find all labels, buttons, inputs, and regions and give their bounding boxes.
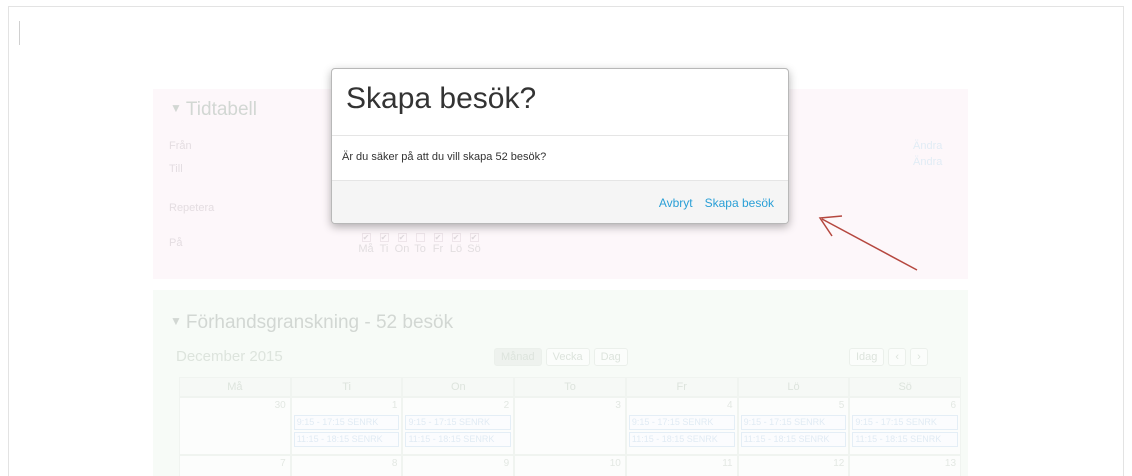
day-number: 1 (391, 400, 398, 411)
view-switcher: Månad Vecka Dag (494, 348, 628, 366)
view-month-button[interactable]: Månad (494, 348, 542, 366)
view-week-button[interactable]: Vecka (545, 348, 590, 366)
caret-down-icon: ▼ (170, 314, 182, 328)
modal-message: Är du säker på att du vill skapa 52 besö… (342, 151, 547, 163)
day-number: 12 (833, 458, 845, 469)
weekday-to[interactable]: To (413, 233, 427, 255)
calendar-week-row: 30 1 9:15 - 17:15 SENRK 11:15 - 18:15 SENR… (179, 397, 962, 455)
day-number: 4 (727, 400, 733, 411)
next-button[interactable]: › (910, 348, 928, 366)
calendar-day-cell[interactable]: 4 9:15 - 17:15 SENRK 11:15 - 18:15 SENRK (625, 397, 738, 455)
checkbox-checked-icon: ✔ (433, 233, 443, 242)
day-number: 6 (950, 400, 957, 411)
view-day-button[interactable]: Dag (593, 348, 628, 366)
andra-till-link[interactable]: Ändra (913, 156, 942, 168)
calendar-event[interactable]: 9:15 - 17:15 SENRK (740, 415, 847, 430)
calendar-event[interactable]: 11:15 - 18:15 SENRK (852, 432, 959, 447)
calendar-event[interactable]: 9:15 - 17:15 SENRK (405, 415, 512, 430)
calendar-day-cell[interactable]: 11 (625, 455, 738, 476)
day-number: 2 (503, 400, 510, 411)
checkbox-checked-icon: ✔ (379, 233, 389, 242)
label-till: Till (169, 163, 183, 175)
calendar-week-row: 7 8 9 10 11 12 13 (179, 455, 962, 476)
weekday-header: Må (179, 377, 291, 397)
calendar-header-row: Må Ti On To Fr Lö Sö (179, 377, 962, 397)
calendar-event[interactable]: 9:15 - 17:15 SENRK (293, 415, 400, 430)
day-number: 30 (274, 400, 286, 411)
today-button[interactable]: Idag (849, 348, 885, 366)
weekday-header: Fr (625, 377, 738, 397)
checkbox-checked-icon: ✔ (397, 233, 407, 242)
prev-button[interactable]: ‹ (888, 348, 907, 366)
day-number: 8 (391, 458, 398, 469)
calendar-grid: Må Ti On To Fr Lö Sö 30 1 9:15 - 17:15 SE… (179, 377, 962, 476)
calendar-day-cell[interactable]: 7 (179, 455, 291, 476)
chevron-right-icon: › (917, 351, 921, 363)
andra-from-link[interactable]: Ändra (913, 140, 942, 152)
calendar-day-cell[interactable]: 12 (737, 455, 850, 476)
confirm-modal: Skapa besök? Är du säker på att du vill … (331, 68, 789, 224)
day-number: 7 (280, 458, 286, 469)
weekday-checkboxes: ✔ Må ✔ Ti ✔ On To ✔ Fr ✔ Lö ✔ Sö (358, 233, 481, 255)
calendar-day-cell[interactable]: 30 (179, 397, 291, 455)
calendar-event[interactable]: 11:15 - 18:15 SENRK (405, 432, 512, 447)
calendar-event[interactable]: 11:15 - 18:15 SENRK (628, 432, 735, 447)
checkbox-checked-icon: ✔ (361, 233, 371, 242)
modal-body: Är du säker på att du vill skapa 52 besö… (332, 136, 788, 180)
weekday-ti[interactable]: ✔ Ti (377, 233, 391, 255)
calendar-day-cell[interactable]: 1 9:15 - 17:15 SENRK 11:15 - 18:15 SENRK (290, 397, 403, 455)
day-number: 3 (615, 400, 621, 411)
preview-title[interactable]: ▼ Förhandsgranskning - 52 besök (170, 312, 453, 334)
calendar-event[interactable]: 9:15 - 17:15 SENRK (852, 415, 959, 430)
calendar-event[interactable]: 11:15 - 18:15 SENRK (740, 432, 847, 447)
weekday-header: Ti (290, 377, 403, 397)
chevron-left-icon: ‹ (895, 351, 900, 363)
tidtabell-title[interactable]: ▼ Tidtabell (170, 99, 257, 121)
modal-title: Skapa besök? (346, 82, 537, 115)
label-fran: Från (169, 140, 192, 152)
confirm-create-button[interactable]: Skapa besök (705, 196, 774, 210)
calendar-day-cell[interactable]: 6 9:15 - 17:15 SENRK 11:15 - 18:15 SENRK (849, 397, 962, 455)
day-number: 5 (838, 400, 845, 411)
calendar-day-cell[interactable]: 10 (514, 455, 626, 476)
calendar-event[interactable]: 9:15 - 17:15 SENRK (628, 415, 735, 430)
weekday-ma[interactable]: ✔ Må (358, 233, 374, 255)
weekday-header: On (402, 377, 515, 397)
weekday-so[interactable]: ✔ Sö (467, 233, 481, 255)
calendar-day-cell[interactable]: 3 (514, 397, 626, 455)
calendar-day-cell[interactable]: 13 (849, 455, 962, 476)
calendar-day-cell[interactable]: 5 9:15 - 17:15 SENRK 11:15 - 18:15 SENRK (737, 397, 850, 455)
weekday-header: Lö (737, 377, 850, 397)
weekday-fr[interactable]: ✔ Fr (431, 233, 445, 255)
calendar-day-cell[interactable]: 8 (290, 455, 403, 476)
day-number: 9 (503, 458, 510, 469)
caret-down-icon: ▼ (170, 101, 182, 115)
day-number: 11 (722, 458, 733, 469)
checkbox-unchecked-icon (415, 233, 425, 242)
calendar-nav: Idag ‹ › (849, 348, 928, 366)
weekday-lo[interactable]: ✔ Lö (449, 233, 463, 255)
weekday-header: To (514, 377, 626, 397)
modal-footer: Avbryt Skapa besök (332, 180, 788, 223)
weekday-header: Sö (849, 377, 962, 397)
weekday-on[interactable]: ✔ On (395, 233, 409, 255)
checkbox-checked-icon: ✔ (469, 233, 479, 242)
checkbox-checked-icon: ✔ (451, 233, 461, 242)
calendar-day-cell[interactable]: 2 9:15 - 17:15 SENRK 11:15 - 18:15 SENRK (402, 397, 515, 455)
label-repetera: Repetera (169, 202, 215, 214)
calendar-day-cell[interactable]: 9 (402, 455, 515, 476)
cancel-button[interactable]: Avbryt (659, 196, 693, 210)
calendar-month-title: December 2015 (176, 348, 283, 365)
day-number: 13 (944, 458, 957, 469)
day-number: 10 (609, 458, 621, 469)
modal-header: Skapa besök? (332, 69, 788, 136)
calendar-event[interactable]: 11:15 - 18:15 SENRK (293, 432, 400, 447)
label-pa: På (169, 237, 183, 249)
